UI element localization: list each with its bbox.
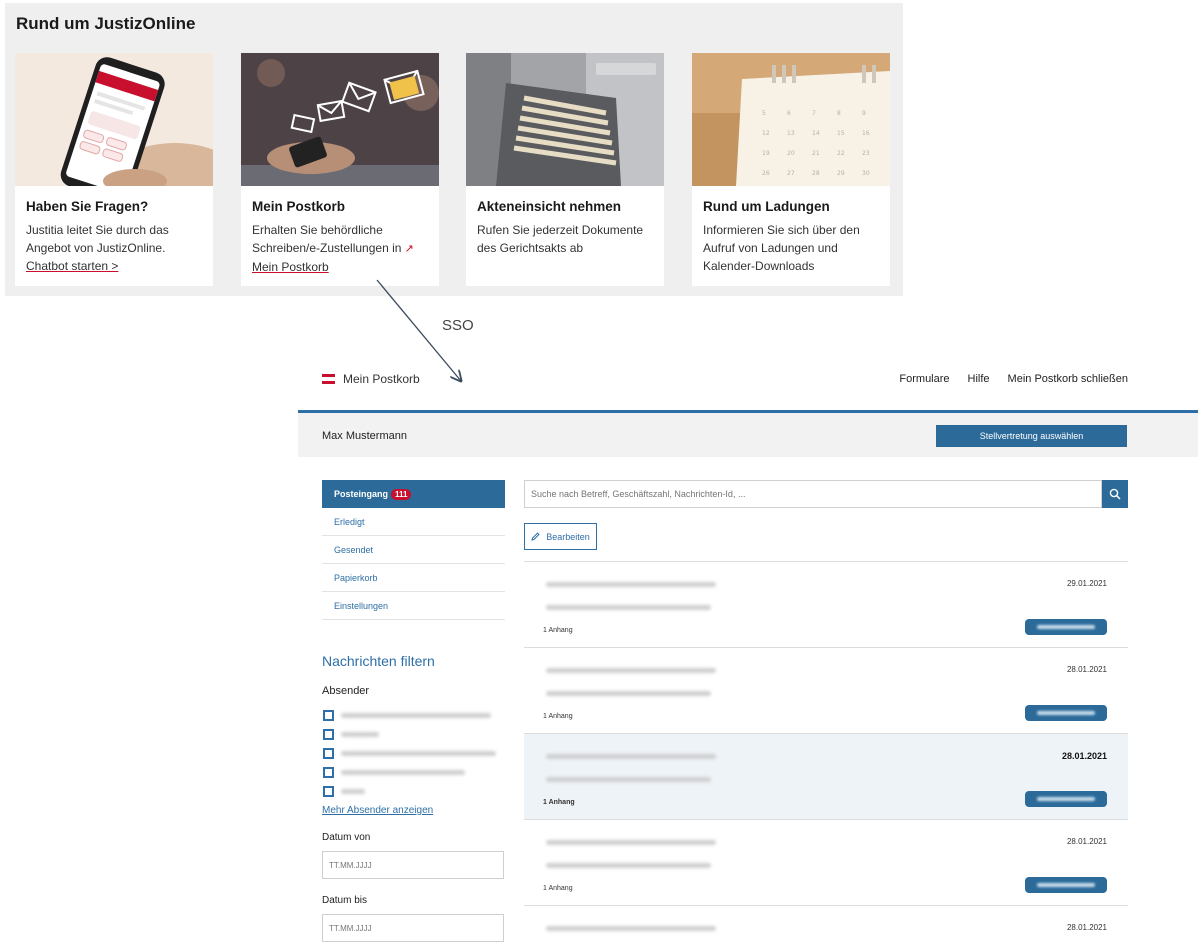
user-bar: Max Mustermann Stellvertretung auswählen [298, 413, 1198, 457]
sidebar: Posteingang 111 Erledigt Gesendet Papier… [322, 480, 505, 942]
message-row[interactable]: 28.01.2021 [524, 905, 1128, 945]
search-input[interactable] [524, 480, 1102, 508]
message-action-button[interactable] [1025, 705, 1107, 721]
sender-checkbox[interactable] [323, 748, 334, 759]
message-action-button[interactable] [1025, 877, 1107, 893]
edit-button-label: Bearbeiten [546, 531, 590, 542]
redacted-sender [341, 789, 365, 794]
message-row[interactable]: 28.01.2021 1 Anhang [524, 647, 1128, 733]
sender-filter-item[interactable] [322, 744, 505, 763]
austria-flag-icon [322, 374, 335, 384]
attachment-count: 1 Anhang [543, 627, 573, 634]
redacted-sender [341, 732, 379, 737]
nav-close-postkorb[interactable]: Mein Postkorb schließen [1008, 373, 1128, 385]
sender-list [322, 706, 505, 801]
app-title: Mein Postkorb [343, 372, 420, 386]
redacted-subject [546, 582, 716, 587]
sender-filter-item[interactable] [322, 782, 505, 801]
sender-checkbox[interactable] [323, 729, 334, 740]
redacted-sender [546, 863, 711, 868]
message-action-button[interactable] [1025, 791, 1107, 807]
message-date: 28.01.2021 [1066, 665, 1107, 674]
date-to-label: Datum bis [322, 895, 368, 906]
attachment-count: 1 Anhang [543, 713, 573, 720]
attachment-count: 1 Anhang [543, 885, 573, 892]
filter-title: Nachrichten filtern [322, 653, 435, 669]
sso-label: SSO [442, 317, 474, 334]
redacted-sender [546, 691, 711, 696]
postkorb-header: Mein Postkorb Formulare Hilfe Mein Postk… [298, 360, 1198, 410]
redacted-subject [546, 668, 716, 673]
sidebar-item-papierkorb[interactable]: Papierkorb [322, 564, 505, 592]
message-list: 29.01.2021 1 Anhang 28.01.2021 1 Anhang … [524, 561, 1128, 945]
redacted-subject [546, 840, 716, 845]
nav-formulare[interactable]: Formulare [899, 373, 949, 385]
unread-count-badge: 111 [391, 488, 412, 500]
date-to-input[interactable] [322, 914, 504, 942]
redacted-subject [546, 926, 716, 931]
sender-checkbox[interactable] [323, 786, 334, 797]
sender-checkbox[interactable] [323, 767, 334, 778]
message-action-button[interactable] [1025, 619, 1107, 635]
top-nav: Formulare Hilfe Mein Postkorb schließen [899, 373, 1128, 385]
message-date: 28.01.2021 [1066, 837, 1107, 846]
user-name: Max Mustermann [322, 430, 407, 442]
search-button[interactable] [1102, 480, 1128, 508]
sender-filter-item[interactable] [322, 706, 505, 725]
redacted-sender [341, 713, 491, 718]
message-row[interactable]: 29.01.2021 1 Anhang [524, 561, 1128, 647]
message-date: 28.01.2021 [1061, 751, 1107, 761]
sender-checkbox[interactable] [323, 710, 334, 721]
message-date: 29.01.2021 [1066, 579, 1107, 588]
sidebar-item-einstellungen[interactable]: Einstellungen [322, 592, 505, 620]
sender-filter-item[interactable] [322, 763, 505, 782]
sender-label: Absender [322, 685, 370, 697]
stellvertretung-button[interactable]: Stellvertretung auswählen [936, 425, 1127, 447]
redacted-sender [341, 770, 465, 775]
edit-button[interactable]: Bearbeiten [524, 523, 597, 550]
date-from-input[interactable] [322, 851, 504, 879]
message-row-selected[interactable]: 28.01.2021 1 Anhang [524, 733, 1128, 819]
redacted-sender [546, 605, 711, 610]
redacted-subject [546, 754, 716, 759]
sidebar-item-posteingang[interactable]: Posteingang 111 [322, 480, 505, 508]
sender-filter-item[interactable] [322, 725, 505, 744]
search-icon [1109, 488, 1121, 500]
more-senders-link[interactable]: Mehr Absender anzeigen [322, 805, 505, 816]
redacted-sender [546, 777, 711, 782]
pencil-icon [531, 532, 540, 541]
sidebar-item-gesendet[interactable]: Gesendet [322, 536, 505, 564]
search-bar [524, 480, 1128, 508]
sidebar-item-erledigt[interactable]: Erledigt [322, 508, 505, 536]
postkorb-logo[interactable]: Mein Postkorb [322, 372, 420, 386]
message-area: Bearbeiten 29.01.2021 1 Anhang 28.01.202… [524, 480, 1128, 932]
attachment-count: 1 Anhang [543, 799, 575, 806]
message-date: 28.01.2021 [1066, 923, 1107, 932]
nav-hilfe[interactable]: Hilfe [968, 373, 990, 385]
redacted-sender [341, 751, 496, 756]
sidebar-item-label: Posteingang [334, 489, 389, 499]
message-row[interactable]: 28.01.2021 1 Anhang [524, 819, 1128, 905]
date-from-label: Datum von [322, 832, 371, 843]
